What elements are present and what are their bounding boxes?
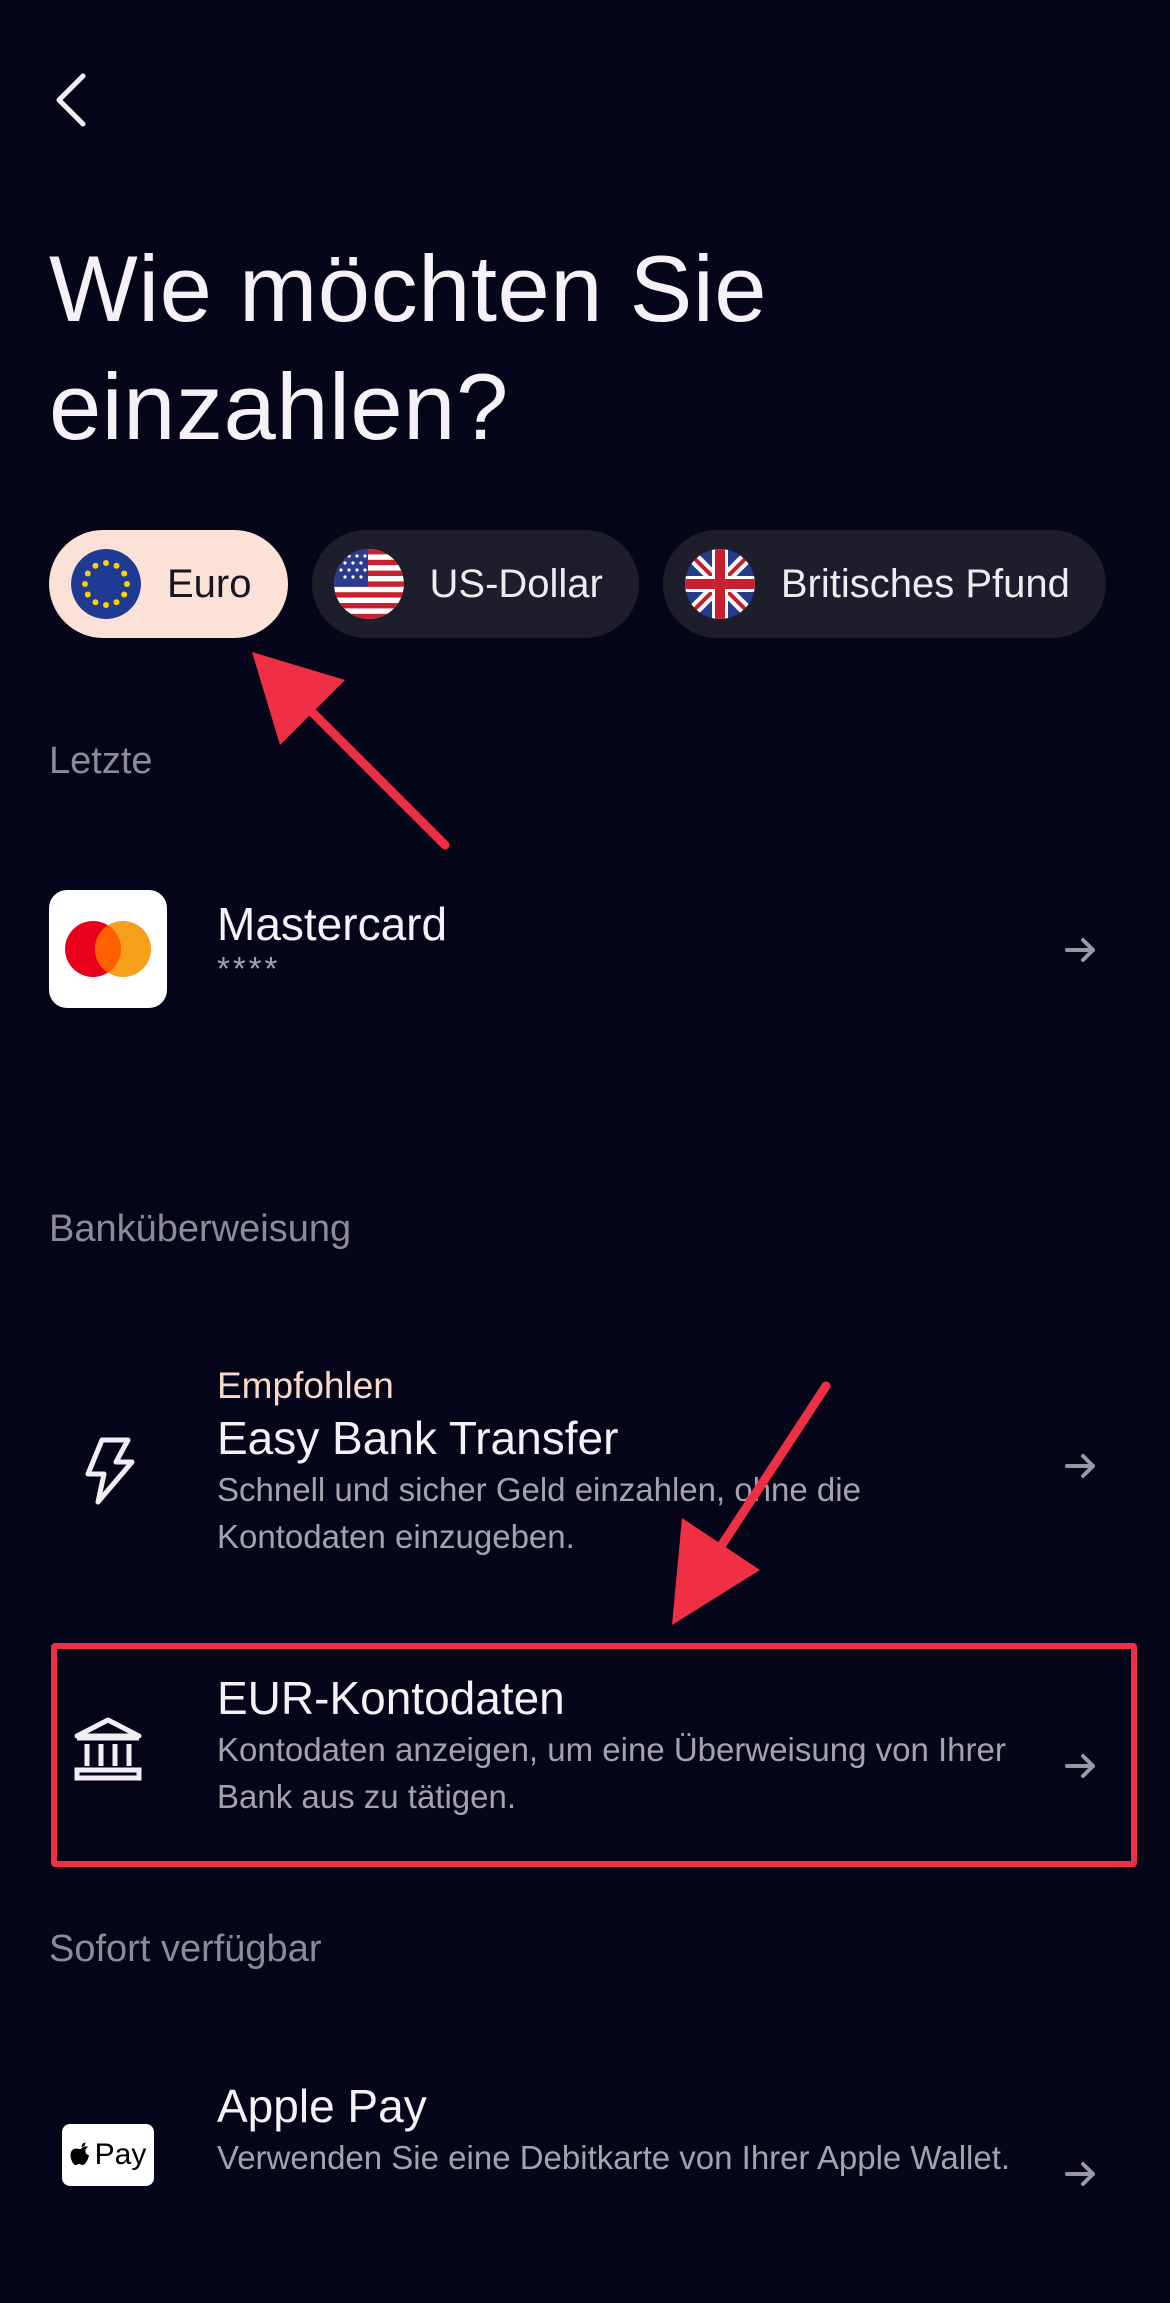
row-title: Apple Pay [217, 2080, 427, 2132]
payment-row-mastercard[interactable]: Mastercard **** [49, 890, 1121, 1010]
uk-flag-icon [684, 549, 755, 619]
back-button[interactable] [40, 60, 100, 140]
arrow-right-icon [1065, 1454, 1095, 1478]
page-title: Wie möchten Sie einzahlen? [49, 236, 768, 459]
annotation-highlight-box [51, 1643, 1137, 1867]
currency-chip-usd[interactable]: US-Dollar [311, 530, 639, 638]
arrow-right-icon [1065, 938, 1095, 962]
payment-row-apple-pay[interactable]: Pay Apple Pay Verwenden Sie eine Debitka… [49, 2078, 1121, 2238]
masked-card-number: **** [217, 950, 281, 987]
apple-logo-icon [70, 2142, 89, 2165]
annotation-arrow-euro [252, 652, 450, 850]
us-flag-icon [333, 549, 404, 619]
eu-flag-icon [71, 549, 141, 619]
section-label-bank-transfer: Banküberweisung [49, 1208, 352, 1250]
lightning-icon [49, 1412, 167, 1530]
section-label-instant: Sofort verfügbar [49, 1928, 322, 1970]
currency-chip-euro[interactable]: Euro [49, 530, 288, 638]
apple-pay-icon: Pay [49, 2096, 167, 2214]
currency-selector: Euro US-Dollar Britisches Pfund [49, 530, 1106, 638]
row-subtitle: Verwenden Sie eine Debitkarte von Ihrer … [217, 2139, 1011, 2176]
mastercard-logo-icon [49, 890, 167, 1008]
row-title: Mastercard [217, 898, 448, 950]
payment-row-easy-bank-transfer[interactable]: Empfohlen Easy Bank Transfer Schnell und… [49, 1362, 1121, 1572]
row-subtitle: Schnell und sicher Geld einzahlen, ohne … [217, 1471, 861, 1555]
deposit-method-screen: Wie möchten Sie einzahlen? Euro US-Dolla… [0, 0, 1170, 2303]
currency-chip-label: US-Dollar [429, 561, 603, 606]
currency-chip-label: Euro [167, 561, 252, 606]
recommended-label: Empfohlen [217, 1365, 394, 1406]
section-label-recent: Letzte [49, 740, 153, 782]
chevron-left-icon [56, 73, 86, 127]
apple-pay-text: Pay [94, 2138, 147, 2171]
arrow-right-icon [1065, 2162, 1095, 2186]
row-title: Easy Bank Transfer [217, 1412, 619, 1464]
currency-chip-gbp[interactable]: Britisches Pfund [662, 530, 1106, 638]
currency-chip-label: Britisches Pfund [780, 561, 1070, 606]
